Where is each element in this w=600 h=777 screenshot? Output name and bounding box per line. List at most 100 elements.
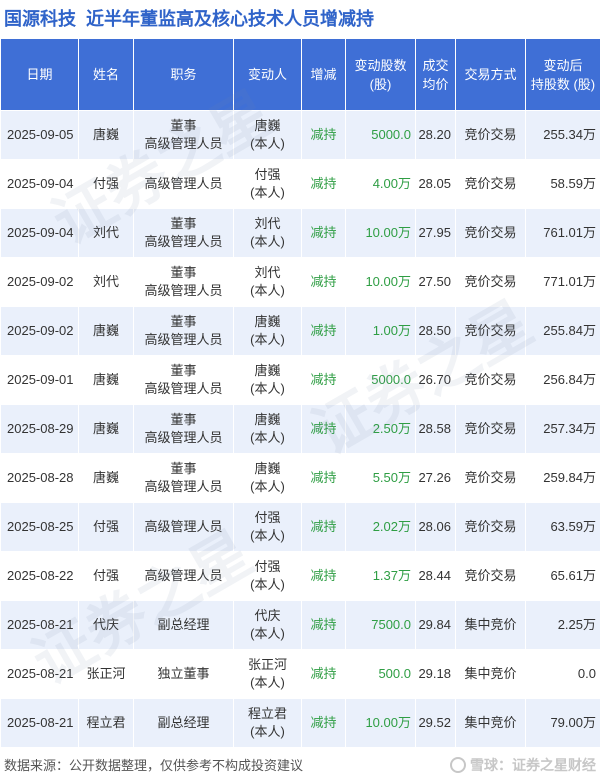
- name-cell: 代庆: [78, 600, 134, 650]
- shares-cell: 1.37万: [345, 551, 416, 601]
- date-cell-text: 2025-09-02: [7, 323, 74, 338]
- changer-cell-text: 刘代: [254, 216, 281, 231]
- name-cell: 刘代: [78, 208, 134, 258]
- column-header-line2: 均价: [422, 76, 449, 92]
- column-header-line1: 增减: [310, 67, 337, 82]
- name-cell: 唐巍: [78, 404, 134, 454]
- date-cell: 2025-09-02: [0, 257, 79, 307]
- shares-cell-text: 7500.0: [371, 617, 411, 632]
- changer-cell-text: (本人): [250, 283, 285, 298]
- name-cell: 付强: [78, 159, 134, 209]
- changer-cell-text: (本人): [250, 136, 285, 151]
- direction-cell: 减持: [301, 649, 346, 699]
- brand: 雪球：证券之星财经: [450, 755, 596, 775]
- column-header: 日期: [0, 38, 79, 111]
- changer-cell-text: 唐巍: [254, 412, 281, 427]
- name-cell-text: 程立君: [86, 715, 126, 730]
- column-header-line1: 日期: [26, 67, 53, 82]
- shares-cell-text: 10.00万: [365, 225, 411, 240]
- table-row: 2025-09-05 唐巍 董事 高级管理人员 唐巍 (本人) 减持 5000.0 28.20 竞…: [0, 110, 600, 160]
- changer-cell: 唐巍 (本人): [233, 355, 302, 405]
- name-cell-text: 唐巍: [92, 372, 119, 387]
- direction-cell: 减持: [301, 208, 346, 258]
- role-cell-text: 高级管理人员: [144, 176, 223, 191]
- column-header: 变动人: [233, 38, 302, 111]
- shares-cell: 5000.0: [345, 110, 416, 160]
- company-name: 国源科技: [4, 9, 76, 29]
- direction-cell: 减持: [301, 110, 346, 160]
- direction-cell: 减持: [301, 600, 346, 650]
- role-cell-text: 高级管理人员: [144, 479, 223, 494]
- price-cell: 28.58: [415, 404, 456, 454]
- price-cell-text: 29.52: [418, 715, 451, 730]
- shares-cell-text: 4.00万: [372, 176, 411, 191]
- price-cell: 29.52: [415, 698, 456, 748]
- table-row: 2025-09-04 刘代 董事 高级管理人员 刘代 (本人) 减持 10.00万 27.95 竞…: [0, 208, 600, 258]
- table-row: 2025-08-21 张正河 独立董事 张正河 (本人) 减持 500.0 29.18 集中竞价…: [0, 649, 600, 699]
- table-row: 2025-08-28 唐巍 董事 高级管理人员 唐巍 (本人) 减持 5.50万 27.26 竞价…: [0, 453, 600, 503]
- price-cell-text: 28.44: [418, 568, 451, 583]
- role-cell-text: 高级管理人员: [144, 234, 223, 249]
- column-header-line1: 变动人: [247, 67, 287, 82]
- after-holdings-cell: 761.01万: [525, 208, 600, 258]
- role-cell-text: 独立董事: [157, 666, 210, 681]
- role-cell-text: 高级管理人员: [144, 381, 223, 396]
- role-cell-text: 高级管理人员: [144, 283, 223, 298]
- date-cell: 2025-08-28: [0, 453, 79, 503]
- holdings-change-table: 日期 姓名 职务 变动人 增减 变动股数 (股) 成交 均价 交易方式 变动后 持股数 (股) 202…: [0, 38, 600, 748]
- price-cell-text: 28.20: [418, 127, 451, 142]
- method-cell: 竞价交易: [455, 159, 526, 209]
- role-cell: 董事 高级管理人员: [133, 453, 234, 503]
- date-cell-text: 2025-08-21: [7, 666, 74, 681]
- column-header: 交易方式: [455, 38, 526, 111]
- date-cell: 2025-08-22: [0, 551, 79, 601]
- shares-cell: 5.50万: [345, 453, 416, 503]
- role-cell-text: 副总经理: [157, 617, 210, 632]
- direction-cell-text: 减持: [310, 127, 337, 142]
- shares-cell-text: 5.50万: [372, 470, 411, 485]
- date-cell: 2025-08-25: [0, 502, 79, 552]
- after-holdings-cell-text: 65.61万: [550, 568, 596, 583]
- direction-cell: 减持: [301, 698, 346, 748]
- date-cell: 2025-09-01: [0, 355, 79, 405]
- price-cell-text: 28.06: [418, 519, 451, 534]
- role-cell: 董事 高级管理人员: [133, 208, 234, 258]
- changer-cell: 刘代 (本人): [233, 257, 302, 307]
- after-holdings-cell: 58.59万: [525, 159, 600, 209]
- changer-cell-text: 付强: [254, 559, 281, 574]
- changer-cell: 唐巍 (本人): [233, 453, 302, 503]
- after-holdings-cell: 255.84万: [525, 306, 600, 356]
- table-row: 2025-09-04 付强 高级管理人员 付强 (本人) 减持 4.00万 28.05 竞价交易…: [0, 159, 600, 209]
- date-cell: 2025-09-04: [0, 208, 79, 258]
- price-cell: 28.06: [415, 502, 456, 552]
- method-cell-text: 竞价交易: [464, 225, 517, 240]
- shares-cell: 10.00万: [345, 698, 416, 748]
- role-cell: 高级管理人员: [133, 551, 234, 601]
- shares-cell-text: 500.0: [378, 666, 411, 681]
- shares-cell: 1.00万: [345, 306, 416, 356]
- name-cell-text: 付强: [92, 176, 119, 191]
- name-cell: 唐巍: [78, 110, 134, 160]
- price-cell-text: 29.84: [418, 617, 451, 632]
- name-cell: 唐巍: [78, 453, 134, 503]
- after-holdings-cell: 0.0: [525, 649, 600, 699]
- changer-cell-text: 刘代: [254, 265, 281, 280]
- shares-cell-text: 2.02万: [372, 519, 411, 534]
- column-header-line1: 职务: [170, 67, 197, 82]
- direction-cell-text: 减持: [310, 568, 337, 583]
- date-cell: 2025-08-29: [0, 404, 79, 454]
- method-cell: 竞价交易: [455, 208, 526, 258]
- changer-cell-text: 唐巍: [254, 314, 281, 329]
- date-cell-text: 2025-08-22: [7, 568, 74, 583]
- name-cell-text: 张正河: [86, 666, 126, 681]
- shares-cell-text: 10.00万: [365, 715, 411, 730]
- method-cell: 集中竞价: [455, 649, 526, 699]
- direction-cell: 减持: [301, 502, 346, 552]
- after-holdings-cell-text: 63.59万: [550, 519, 596, 534]
- table-header-row: 日期 姓名 职务 变动人 增减 变动股数 (股) 成交 均价 交易方式 变动后 持股数 (股): [0, 38, 600, 111]
- snowball-logo-icon: [450, 756, 466, 773]
- shares-cell: 10.00万: [345, 208, 416, 258]
- date-cell-text: 2025-08-21: [7, 617, 74, 632]
- table-row: 2025-09-02 唐巍 董事 高级管理人员 唐巍 (本人) 减持 1.00万 28.50 竞价…: [0, 306, 600, 356]
- column-header-line2: (股): [369, 76, 392, 92]
